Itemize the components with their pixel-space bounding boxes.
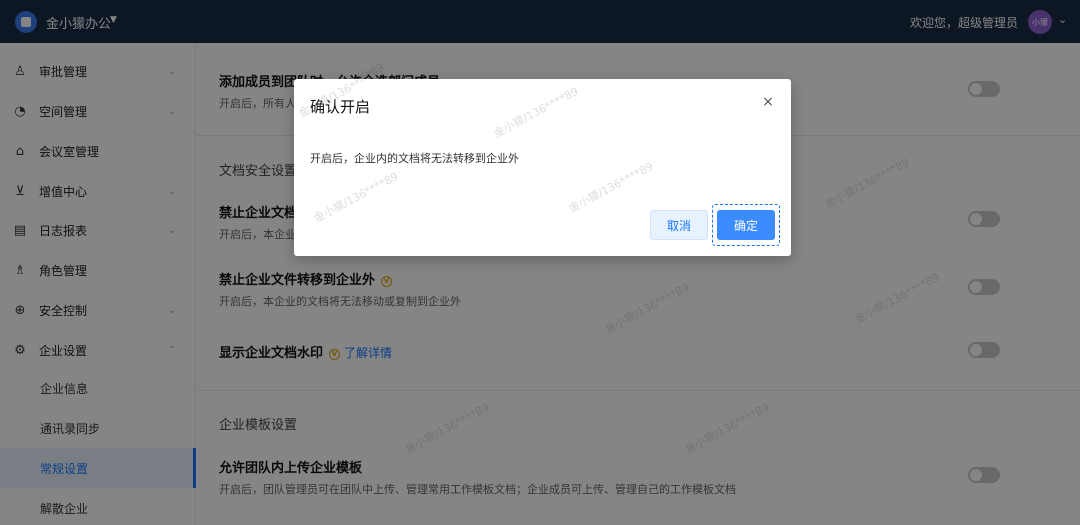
- confirm-button-focus-ring: 确定: [712, 204, 780, 246]
- confirm-button[interactable]: 确定: [717, 210, 775, 240]
- close-icon[interactable]: ×: [760, 94, 776, 110]
- dialog-message: 开启后，企业内的文档将无法转移到企业外: [310, 152, 519, 165]
- watermark: 金小獴/136****89: [311, 169, 401, 226]
- confirm-dialog: 确认开启 × 开启后，企业内的文档将无法转移到企业外 金小獴/136****89…: [294, 65, 791, 256]
- watermark: 金小獴/136****89: [566, 159, 656, 216]
- cancel-button[interactable]: 取消: [650, 210, 708, 240]
- watermark: 金小獴/136****89: [491, 84, 581, 141]
- dialog-title: 确认开启: [310, 98, 371, 116]
